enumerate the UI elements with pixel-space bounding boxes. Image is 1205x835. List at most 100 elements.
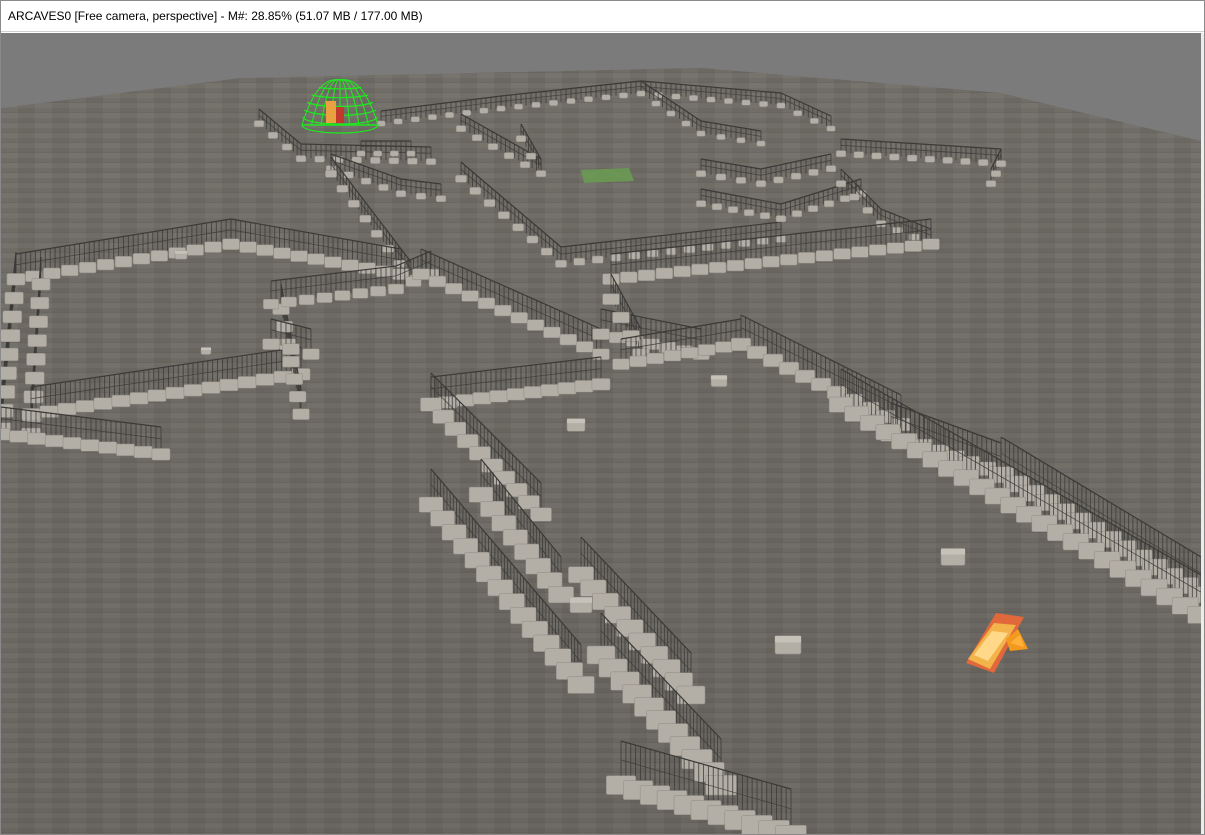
- stone-block: [525, 152, 537, 160]
- stone-block: [430, 510, 455, 527]
- stone-block: [619, 92, 628, 99]
- stone-block: [295, 155, 307, 163]
- stone-block: [1, 428, 11, 441]
- stone-block: [24, 371, 45, 385]
- stone-block: [526, 235, 539, 244]
- stone-block: [281, 143, 293, 151]
- stone-block: [666, 110, 676, 117]
- stone-block: [373, 150, 383, 157]
- stone-block: [75, 400, 95, 413]
- stone-block: [536, 572, 563, 589]
- stone-block: [165, 386, 185, 400]
- stone-block: [540, 247, 553, 256]
- stone-block: [869, 244, 887, 256]
- stone-block: [651, 100, 661, 107]
- stone-block: [4, 291, 24, 305]
- stone-block: [370, 157, 381, 164]
- stone-block: [978, 159, 989, 166]
- stone-block: [468, 486, 494, 503]
- window-title: ARCAVES0 [Free camera, perspective] - M#…: [8, 9, 423, 23]
- stone-block: [2, 310, 22, 324]
- stone-block: [341, 259, 359, 271]
- stone-block: [31, 278, 51, 291]
- stone-block: [573, 257, 586, 266]
- stone-block: [1, 329, 21, 343]
- stone-block: [412, 268, 430, 280]
- stone-block: [489, 390, 509, 403]
- stone-block: [479, 107, 489, 114]
- stone-block: [462, 109, 472, 116]
- stone-block: [540, 384, 560, 397]
- stone-block: [186, 244, 204, 256]
- stone-block: [683, 245, 696, 254]
- spawn-marker-icon[interactable]: [581, 168, 634, 183]
- stone-block: [453, 538, 479, 555]
- stone-block: [445, 112, 455, 118]
- title-bar: ARCAVES0 [Free camera, perspective] - M#…: [1, 1, 1204, 32]
- stone-block: [491, 515, 517, 532]
- stone-block: [759, 212, 771, 220]
- stone-block: [267, 131, 279, 139]
- floor-plane: [1, 68, 1201, 834]
- stone-block: [776, 102, 786, 109]
- stone-block: [133, 445, 153, 459]
- stone-block: [359, 214, 372, 223]
- stone-block: [691, 263, 709, 276]
- stone-block: [698, 344, 716, 356]
- stone-block: [960, 158, 971, 165]
- stone-block: [940, 548, 966, 566]
- stone-block: [709, 261, 727, 274]
- stone-block: [793, 110, 803, 117]
- stone-block: [174, 250, 188, 260]
- stone-block: [835, 150, 847, 158]
- stone-block: [483, 199, 496, 207]
- stone-block: [673, 265, 691, 278]
- stone-block: [646, 249, 659, 258]
- stone-block: [775, 215, 787, 223]
- stone-block: [592, 328, 610, 340]
- stone-block: [432, 409, 454, 424]
- stone-block: [574, 380, 594, 393]
- stone-block: [325, 169, 337, 178]
- stone-block: [441, 524, 467, 541]
- stone-block: [62, 437, 82, 450]
- stone-block: [689, 95, 698, 102]
- stone-block: [201, 381, 221, 394]
- stone-block: [569, 596, 593, 613]
- stone-block: [904, 240, 922, 252]
- stone-block: [253, 120, 265, 128]
- stone-block: [676, 685, 706, 705]
- stone-block: [98, 441, 118, 454]
- stone-block: [464, 551, 490, 569]
- stone-block: [93, 397, 113, 410]
- 3d-viewport[interactable]: [1, 33, 1201, 834]
- stone-block: [701, 243, 714, 251]
- stone-block: [461, 290, 479, 302]
- stone-block: [444, 421, 467, 436]
- stone-block: [637, 269, 656, 281]
- stone-block: [774, 635, 802, 655]
- stone-block: [762, 256, 780, 268]
- stone-block: [388, 283, 404, 295]
- stone-block: [744, 257, 762, 270]
- scene-canvas[interactable]: [1, 33, 1201, 834]
- stone-block: [255, 373, 275, 386]
- stone-block: [111, 394, 131, 408]
- stone-block: [370, 286, 387, 297]
- stone-block: [710, 375, 728, 387]
- stone-block: [505, 483, 528, 498]
- stone-block: [348, 199, 360, 208]
- stone-block: [924, 155, 936, 163]
- stone-block: [808, 169, 819, 176]
- stone-block: [27, 432, 46, 445]
- stone-block: [30, 296, 50, 310]
- stone-block: [6, 273, 26, 286]
- window-edge: [1201, 33, 1204, 834]
- stone-block: [531, 101, 541, 108]
- stone-block: [515, 135, 527, 143]
- stone-block: [535, 170, 547, 178]
- stone-block: [428, 275, 447, 288]
- stone-block: [922, 238, 940, 250]
- stone-block: [759, 101, 768, 108]
- stone-block: [849, 193, 860, 201]
